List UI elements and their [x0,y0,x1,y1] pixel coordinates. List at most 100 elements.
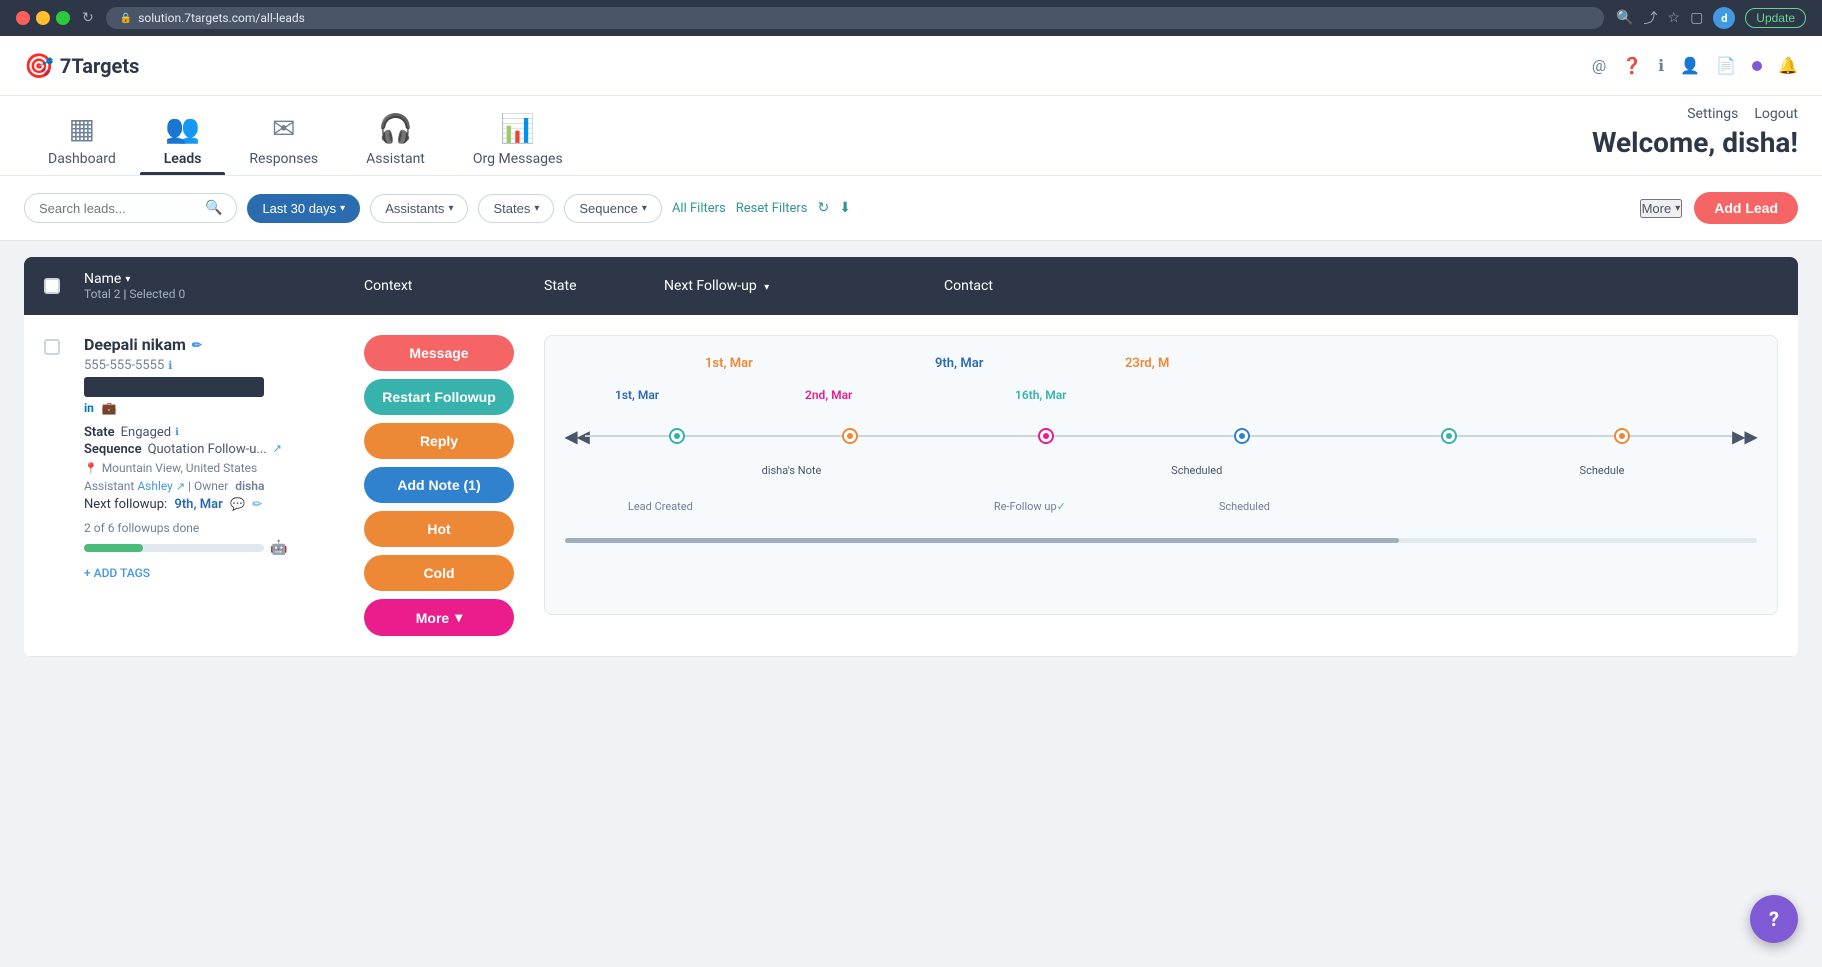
star-icon[interactable]: ☆ [1668,10,1681,26]
assistant-label: Assistant [84,479,134,493]
add-note-button[interactable]: Add Note (1) [364,467,514,503]
purple-dot-icon[interactable] [1752,56,1762,75]
external-link-icon[interactable]: ↗ [273,442,282,457]
briefcase-icon[interactable]: 💼 [102,401,117,415]
name-sort-icon[interactable]: ▾ [125,274,130,285]
sequence-filter-button[interactable]: Sequence ▾ [564,194,662,223]
timeline-node-2[interactable] [842,428,858,444]
add-tags-link[interactable]: + ADD TAGS [84,566,344,580]
nav-item-responses[interactable]: ✉ Responses [225,96,342,175]
timeline-node-1[interactable] [669,428,685,444]
progress-bar-background [84,544,264,552]
user-icon[interactable]: 👤 [1680,56,1700,75]
timeline-node-4[interactable] [1234,428,1250,444]
timeline-next-button[interactable]: ▶▶ [1732,427,1757,446]
chevron-down-icon: ▾ [340,203,345,214]
restart-followup-button[interactable]: Restart Followup [364,379,514,415]
url-bar[interactable]: 🔒 solution.7targets.com/all-leads [106,7,1604,29]
header-checkbox-cell [44,278,84,294]
timeline-node-6[interactable] [1614,428,1630,444]
lock-icon: 🔒 [120,13,132,24]
lead-info-section: Deepali nikam ✏ 555-555-5555 ℹ in 💼 Stat… [84,335,344,580]
timeline-node-3[interactable] [1038,428,1054,444]
settings-link[interactable]: Settings [1687,106,1738,122]
search-box[interactable]: 🔍 [24,193,237,223]
assistants-filter-button[interactable]: Assistants ▾ [370,194,468,223]
leads-table-container: Name ▾ Total 2 | Selected 0 Context Stat… [24,257,1798,657]
history-icon[interactable]: ⤴ [1644,8,1658,28]
leads-icon: 👥 [165,112,200,145]
add-lead-button[interactable]: Add Lead [1694,192,1798,224]
url-text: solution.7targets.com/all-leads [138,11,305,25]
reset-filters-link[interactable]: Reset Filters [736,201,808,216]
followup-sort-icon[interactable]: ▾ [764,282,769,293]
info-icon[interactable]: ℹ [1658,56,1664,75]
assistant-icon: 🎧 [378,112,413,145]
phone-info-icon: ℹ [168,359,172,372]
states-filter-button[interactable]: States ▾ [478,194,554,223]
all-filters-link[interactable]: All Filters [672,201,726,216]
followup-date: 9th, Mar [174,497,222,512]
close-btn[interactable] [16,11,30,25]
lead-name-text[interactable]: Deepali nikam [84,335,186,354]
followup-label: Next followup: [84,497,167,512]
assistant-link[interactable]: Ashley [137,479,173,493]
help-fab-button[interactable]: ? [1750,895,1798,943]
maximize-btn[interactable] [56,11,70,25]
lead-row: Deepali nikam ✏ 555-555-5555 ℹ in 💼 Stat… [24,315,1798,657]
whatsapp-icon[interactable]: 💬 [230,497,245,511]
reply-button[interactable]: Reply [364,423,514,459]
linkedin-icon[interactable]: in [84,401,94,415]
notification-bell[interactable]: 🔔 [1778,56,1798,75]
refresh-filters-icon[interactable]: ↻ [818,200,830,216]
logout-link[interactable]: Logout [1754,106,1798,122]
search-input[interactable] [39,201,199,216]
timeline-node-5[interactable] [1441,428,1457,444]
search-browser-icon[interactable]: 🔍 [1616,10,1633,26]
selected-count: Selected 0 [129,287,185,301]
select-all-checkbox[interactable] [44,278,60,294]
email-icon[interactable]: @ [1592,56,1606,75]
refresh-icon[interactable]: ↻ [82,10,94,26]
more-actions-button[interactable]: More ▾ [364,599,514,636]
nav-item-org-messages[interactable]: 📊 Org Messages [449,96,587,175]
cold-button[interactable]: Cold [364,555,514,591]
nav-right-links: Settings Logout [1687,106,1798,122]
nav-item-assistant[interactable]: 🎧 Assistant [342,96,449,175]
message-button[interactable]: Message [364,335,514,371]
node-dot-3 [1043,433,1049,439]
followup-progress: 2 of 6 followups done 🤖 [84,520,344,556]
user-avatar-browser[interactable]: d [1713,7,1735,29]
total-count: Total 2 [84,287,121,301]
more-button[interactable]: More ▾ [1640,199,1683,218]
lead-assistant-row: Assistant Ashley ↗ | Owner disha [84,479,344,493]
lead-checkbox[interactable] [44,339,60,355]
name-header-label[interactable]: Name [84,271,121,287]
logo[interactable]: 🎯 7Targets [24,52,139,80]
lead-links: in 💼 [84,401,344,415]
nav-right: Settings Logout Welcome, disha! [1592,106,1798,159]
help-circle-icon[interactable]: ❓ [1622,56,1642,75]
nav-item-dashboard[interactable]: ▦ Dashboard [24,96,140,175]
hot-button[interactable]: Hot [364,511,514,547]
minimize-btn[interactable] [36,11,50,25]
header-contact-col: Contact [944,278,1778,294]
sequence-label: Sequence [84,442,142,457]
nav-item-leads[interactable]: 👥 Leads [140,96,226,175]
timeline-date-9th-top: 9th, Mar [935,356,983,371]
edit-followup-icon[interactable]: ✏ [252,497,262,511]
timeline-date-2nd-mid: 2nd, Mar [805,388,852,402]
date-filter-button[interactable]: Last 30 days ▾ [247,194,360,223]
update-button[interactable]: Update [1745,8,1806,28]
sequence-filter-label: Sequence [579,201,638,216]
context-header-label: Context [364,278,412,294]
sequence-row: Sequence Quotation Follow-u... ↗ [84,442,344,457]
timeline-scrollbar[interactable] [565,538,1399,543]
assistant-external-icon[interactable]: ↗ [176,480,185,493]
download-icon[interactable]: ⬇ [839,200,851,216]
edit-lead-icon[interactable]: ✏ [192,338,202,352]
window-icon[interactable]: ▢ [1690,10,1703,26]
state-info-icon[interactable]: ℹ [175,427,179,438]
timeline-container: 1st, Mar 9th, Mar 23rd, M 1st, Mar 2nd, … [544,335,1778,615]
document-icon[interactable]: 📄 [1716,56,1736,75]
